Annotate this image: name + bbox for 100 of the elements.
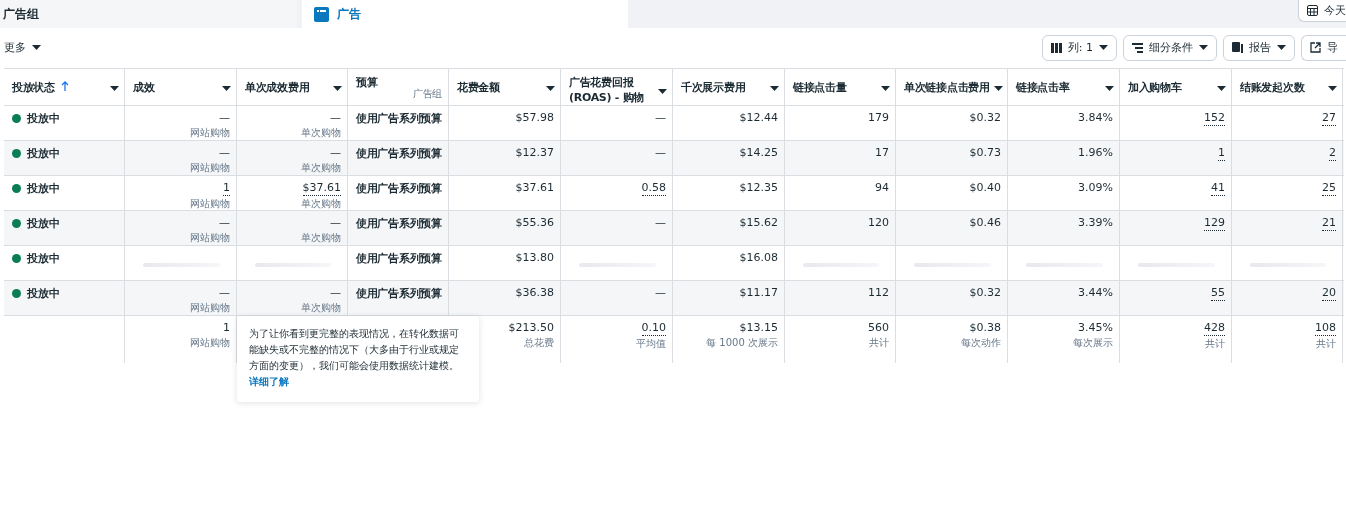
budget-text: 使用广告系列预算 xyxy=(356,216,442,230)
cell-value: — xyxy=(330,286,341,300)
cell-value: $16.08 xyxy=(739,251,778,265)
cell-value[interactable]: 152 xyxy=(1204,111,1225,126)
cell-value[interactable]: 27 xyxy=(1322,111,1336,126)
cell-value: $55.36 xyxy=(515,216,554,230)
cell-value: 3.39% xyxy=(1078,216,1113,230)
cell-caption: 单次购物 xyxy=(301,127,341,139)
cell-value[interactable]: 20 xyxy=(1322,286,1336,301)
tab[interactable]: 广告 xyxy=(302,0,628,28)
budget-text: 使用广告系列预算 xyxy=(356,111,442,125)
cell-value: $57.98 xyxy=(515,111,554,125)
header-caption: 广告组 xyxy=(412,87,442,101)
cell-value: $12.37 xyxy=(515,146,554,160)
cell-value: $0.32 xyxy=(969,111,1001,125)
calendar-icon xyxy=(1307,4,1318,16)
cell-value: — xyxy=(330,146,341,160)
cell-value: $13.80 xyxy=(515,251,554,265)
cell-value: 179 xyxy=(868,111,889,125)
caret-icon xyxy=(658,88,667,94)
cell-value[interactable]: 41 xyxy=(1211,181,1225,196)
cell-value: — xyxy=(219,216,230,230)
column-header[interactable]: 广告花费回报 (ROAS) - 购物 xyxy=(561,69,673,105)
column-header[interactable]: 投放状态 xyxy=(4,69,125,105)
column-header[interactable]: 结账发起次数 xyxy=(1232,69,1343,105)
toolbar-button[interactable]: 报告 xyxy=(1223,34,1295,61)
budget-text: 使用广告系列预算 xyxy=(356,286,442,300)
cell-caption: 共计 xyxy=(1205,338,1225,350)
cell-value: — xyxy=(330,111,341,125)
cell-value: — xyxy=(330,216,341,230)
report-icon xyxy=(1232,42,1243,53)
cell-value: $0.38 xyxy=(969,321,1001,335)
budget-text: 使用广告系列预算 xyxy=(356,251,442,265)
caret-icon xyxy=(993,85,1003,91)
cell-value: 112 xyxy=(868,286,889,300)
cell-value: $11.17 xyxy=(739,286,778,300)
cell-value: 3.45% xyxy=(1078,321,1113,335)
cell-value[interactable]: 428 xyxy=(1204,321,1225,336)
date-button[interactable]: 今天 xyxy=(1298,0,1346,22)
caret-icon xyxy=(1199,45,1208,50)
caret-icon xyxy=(110,85,119,91)
caret-icon xyxy=(1217,85,1226,91)
status-label: 投放中 xyxy=(12,286,60,301)
cell-value[interactable]: 0.10 xyxy=(641,321,666,336)
cell-value[interactable]: 25 xyxy=(1322,181,1336,196)
cell-value: 17 xyxy=(875,146,889,160)
cell-value: — xyxy=(219,146,230,160)
cell-caption: 共计 xyxy=(869,337,889,349)
cell-value: $12.44 xyxy=(739,111,778,125)
cell-value: $13.15 xyxy=(739,321,778,335)
column-header[interactable]: 加入购物车 xyxy=(1120,69,1232,105)
column-header[interactable]: 单次成效费用 xyxy=(237,69,348,105)
column-header[interactable]: 预算 广告组 xyxy=(348,69,449,105)
cell-value[interactable]: $37.61 xyxy=(302,181,341,196)
cell-caption: 网站购物 xyxy=(190,302,230,314)
status-label: 投放中 xyxy=(12,111,60,126)
cell-value: 3.09% xyxy=(1078,181,1113,195)
budget-text: 使用广告系列预算 xyxy=(356,146,442,160)
cell-value: 1.96% xyxy=(1078,146,1113,160)
column-header[interactable]: 千次展示费用 xyxy=(673,69,785,105)
cell-value: 1 xyxy=(223,321,230,335)
cell-value[interactable]: 1 xyxy=(223,181,230,196)
cell-value: 3.84% xyxy=(1078,111,1113,125)
caret-icon xyxy=(1277,45,1286,50)
caret-icon xyxy=(546,85,555,91)
cell-value: — xyxy=(219,111,230,125)
tooltip-text: 为了让你看到更完整的表现情况，在转化数据可能缺失或不完整的情况下（大多由于行业或规定方面的变更），我们可能会使用数据统计建模。 详细了解 xyxy=(249,328,459,387)
column-header[interactable]: 单次链接点击费用 xyxy=(896,69,1008,105)
column-header[interactable]: 链接点击率 xyxy=(1008,69,1120,105)
cell-value: $0.40 xyxy=(969,181,1001,195)
cell-caption: 平均值 xyxy=(636,338,666,350)
cell-value: $15.62 xyxy=(739,216,778,230)
cell-value[interactable]: 129 xyxy=(1204,216,1225,231)
caret-icon xyxy=(222,85,231,91)
cell-value: 94 xyxy=(875,181,889,195)
cell-value[interactable]: 0.58 xyxy=(641,181,666,196)
cell-caption: 单次购物 xyxy=(301,198,341,210)
column-header[interactable]: 花费金额 xyxy=(449,69,561,105)
cell-value: — xyxy=(219,286,230,300)
export-icon xyxy=(1310,42,1321,53)
cell-value[interactable]: 55 xyxy=(1211,286,1225,301)
column-header[interactable]: 链接点击量 xyxy=(785,69,896,105)
column-header[interactable]: 成效 xyxy=(125,69,237,105)
cell-value[interactable]: 21 xyxy=(1322,216,1336,231)
cell-caption: 总花费 xyxy=(524,337,554,349)
more-button[interactable]: 更多 xyxy=(0,40,45,55)
cell-value[interactable]: 1 xyxy=(1218,146,1225,161)
cell-value[interactable]: 108 xyxy=(1315,321,1336,336)
learn-more-link[interactable]: 详细了解 xyxy=(249,376,289,387)
cell-value: — xyxy=(655,216,666,230)
toolbar-button[interactable]: 导 xyxy=(1301,34,1346,61)
cell-value[interactable]: 2 xyxy=(1329,146,1336,161)
toolbar-button[interactable]: 列: 1 xyxy=(1041,34,1117,61)
tab[interactable]: 广告组 xyxy=(0,0,297,28)
status-label: 投放中 xyxy=(12,181,60,196)
cell-caption: 网站购物 xyxy=(190,127,230,139)
toolbar-button[interactable]: 细分条件 xyxy=(1123,34,1217,61)
cell-caption: 单次购物 xyxy=(301,162,341,174)
status-label: 投放中 xyxy=(12,216,60,231)
cell-value: 560 xyxy=(868,321,889,335)
